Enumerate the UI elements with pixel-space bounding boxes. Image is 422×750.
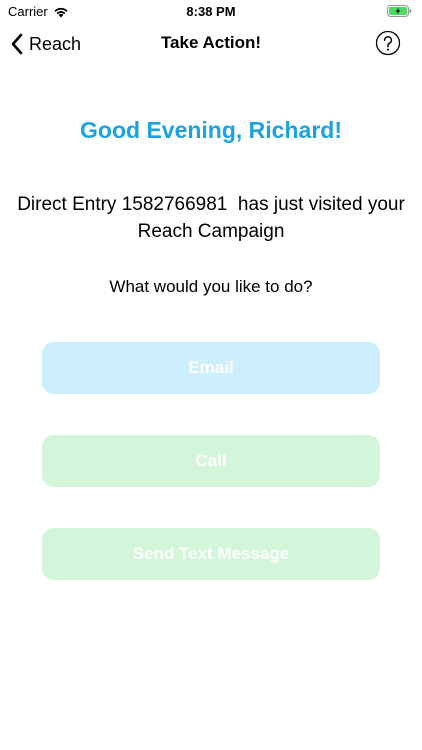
visit-message-line-2: Reach Campaign bbox=[137, 221, 285, 242]
navigation-bar: Reach Take Action! bbox=[0, 24, 422, 64]
battery-charging-icon bbox=[387, 5, 412, 17]
call-button[interactable]: Call bbox=[42, 435, 380, 487]
action-question: What would you like to do? bbox=[109, 277, 313, 296]
take-action-screen: Carrier 8:38 PM Reach Take Action! Good … bbox=[0, 0, 422, 750]
page-title: Take Action! bbox=[160, 33, 262, 52]
visit-message: Direct Entry 1582766981 has just visited… bbox=[0, 191, 422, 245]
email-button[interactable]: Email bbox=[42, 342, 380, 394]
send-text-message-button[interactable]: Send Text Message bbox=[42, 528, 380, 580]
greeting-heading: Good Evening, Richard! bbox=[80, 117, 342, 143]
status-bar: Carrier 8:38 PM bbox=[0, 0, 422, 24]
visit-message-line-1: Direct Entry 1582766981 has just visited… bbox=[17, 194, 405, 215]
status-time: 8:38 PM bbox=[186, 4, 236, 19]
question-circle-icon[interactable] bbox=[375, 30, 401, 56]
